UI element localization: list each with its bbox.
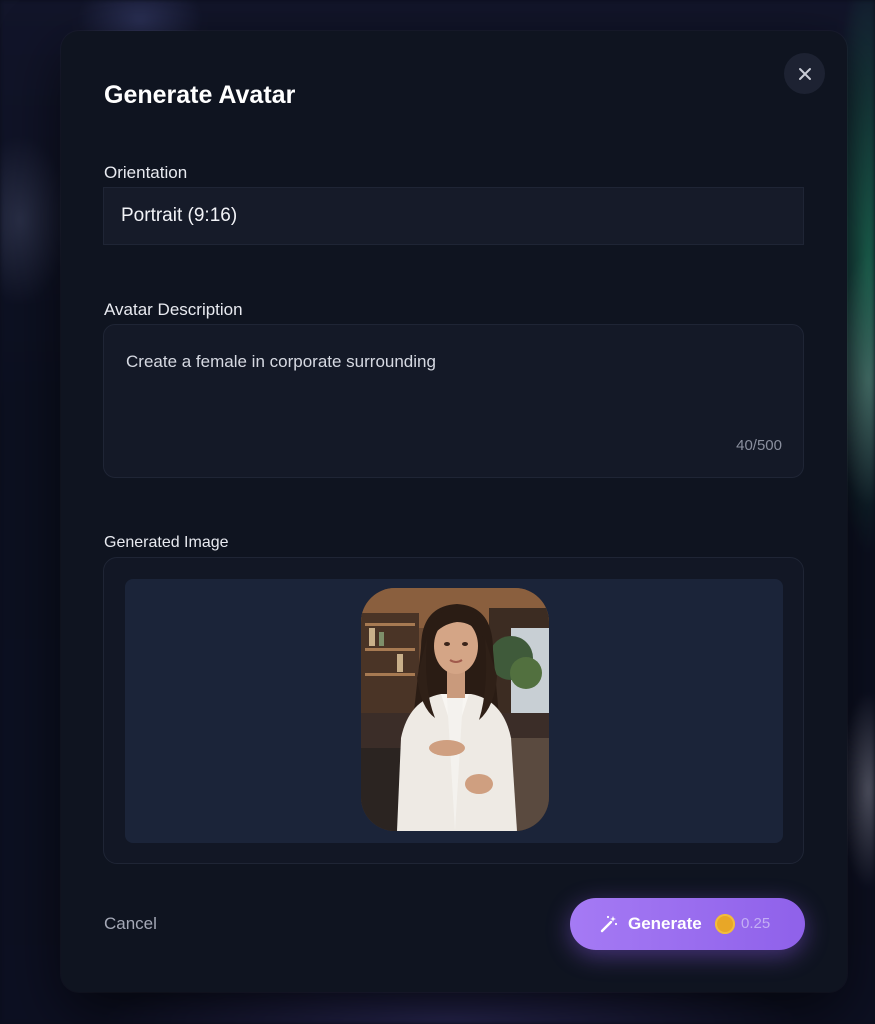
generate-button[interactable]: Generate 0.25 [570,898,805,950]
orientation-select[interactable]: Portrait (9:16) [103,187,804,245]
close-button[interactable] [784,53,825,94]
coin-icon [715,914,735,934]
generated-image-label: Generated Image [104,534,229,551]
avatar-description-textarea[interactable]: Create a female in corporate surrounding… [103,324,804,478]
generate-avatar-modal: Generate Avatar Orientation Portrait (9:… [61,31,847,992]
generated-avatar-image [361,588,549,831]
avatar-description-value: Create a female in corporate surrounding [126,352,436,371]
close-icon [798,67,811,80]
cancel-button[interactable]: Cancel [104,914,157,934]
generate-label: Generate [628,914,702,933]
generated-image-panel [103,557,804,864]
modal-title: Generate Avatar [104,81,296,109]
magic-wand-icon [600,915,618,933]
orientation-selected-value: Portrait (9:16) [121,205,238,226]
character-counter: 40/500 [736,437,782,454]
avatar-description-label: Avatar Description [104,300,243,319]
orientation-label: Orientation [104,163,188,182]
generate-cost: 0.25 [741,915,771,932]
generated-image-frame [125,579,783,843]
